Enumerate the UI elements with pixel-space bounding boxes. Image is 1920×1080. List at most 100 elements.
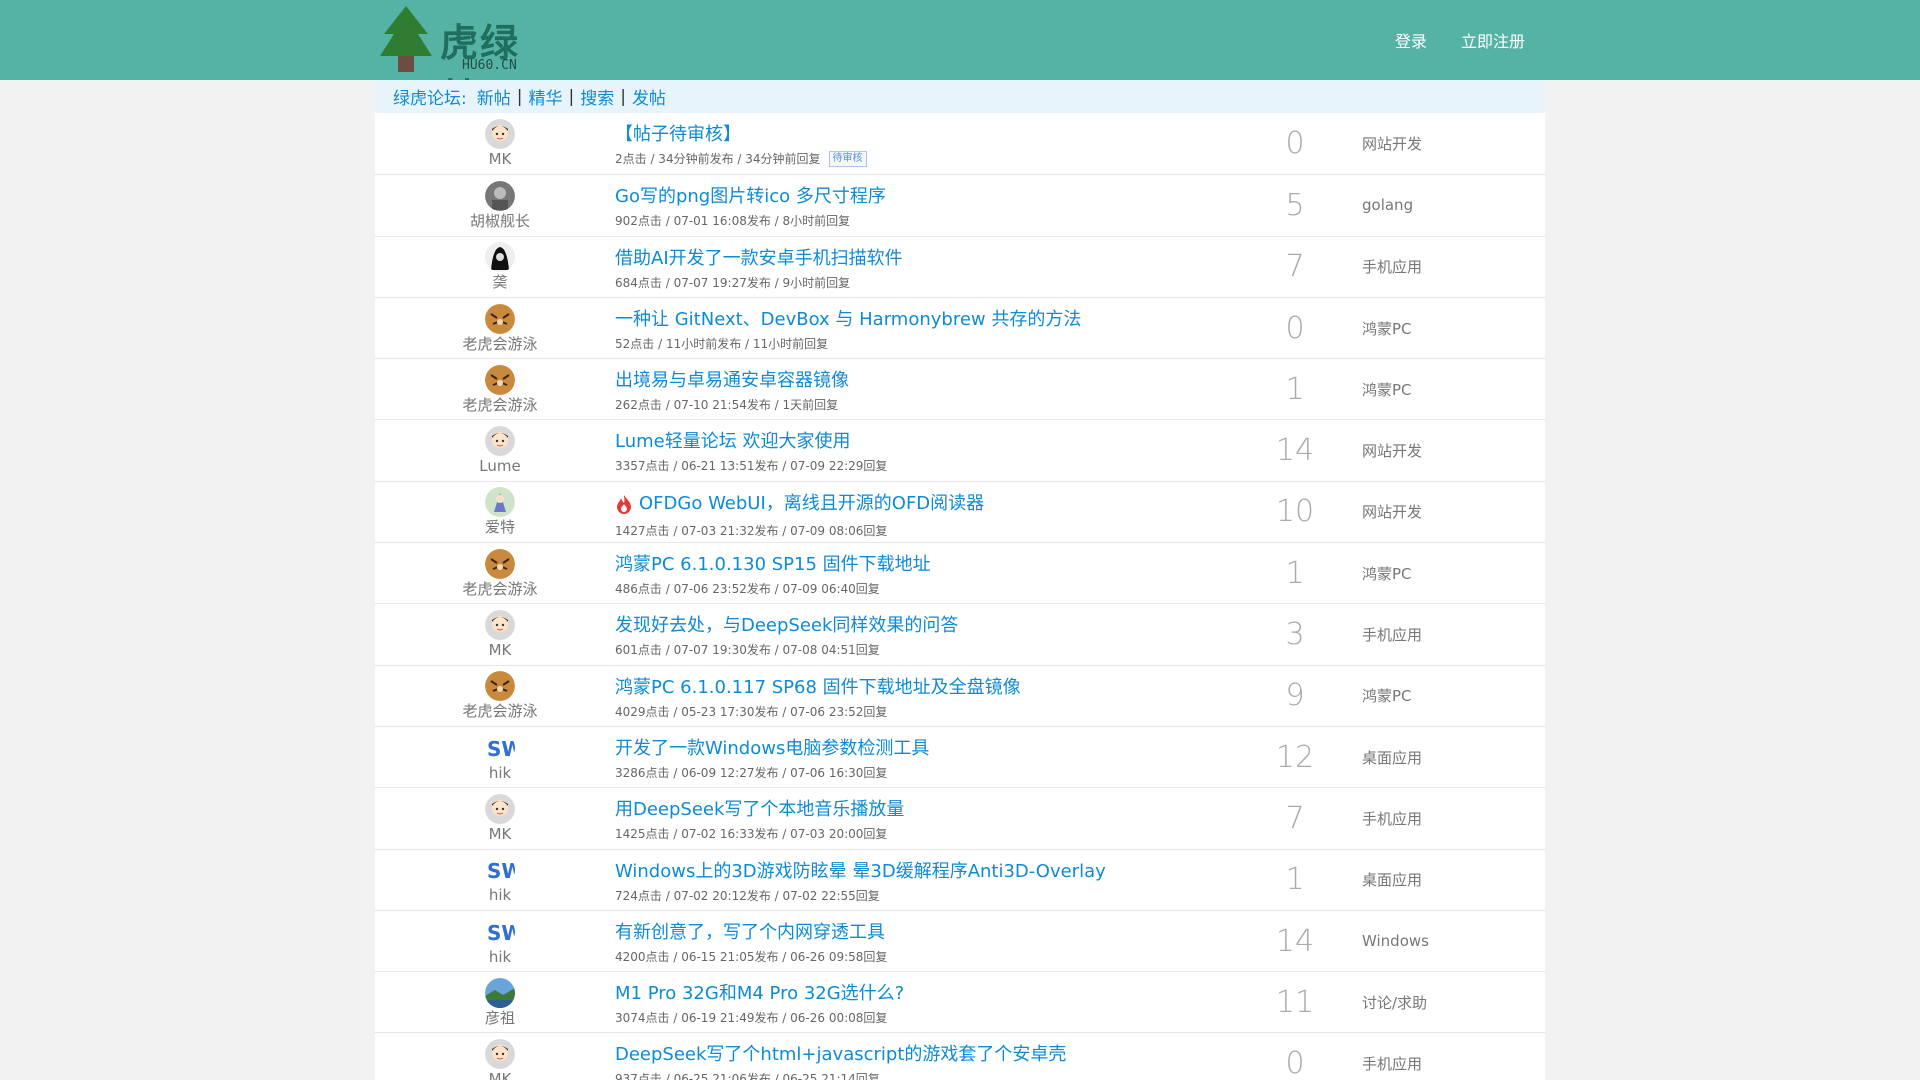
category-link[interactable]: 网站开发 <box>1362 113 1422 174</box>
category-link[interactable]: 手机应用 <box>1362 1033 1422 1080</box>
author-name[interactable]: 彦祖 <box>485 1009 515 1027</box>
author-name[interactable]: hik <box>489 764 511 782</box>
thread-stats: 4029点击 / 05-23 17:30发布 / 07-06 23:52回复 <box>615 704 888 719</box>
thread-author[interactable]: SW hik <box>375 727 625 787</box>
site-logo[interactable]: 虎绿林 HU60.CN <box>378 4 558 120</box>
thread-title-link[interactable]: Lume轻量论坛 欢迎大家使用 <box>615 431 850 453</box>
new-thread-link[interactable]: 发帖 <box>632 84 666 109</box>
search-link[interactable]: 搜索 <box>580 84 614 109</box>
thread-author[interactable]: MK <box>375 604 625 664</box>
category-link[interactable]: 网站开发 <box>1362 482 1422 542</box>
thread-title-link[interactable]: 鸿蒙PC 6.1.0.130 SP15 固件下载地址 <box>615 554 931 576</box>
thread-stats: 684点击 / 07-07 19:27发布 / 9小时前回复 <box>615 275 851 290</box>
category-link[interactable]: golang <box>1362 175 1413 235</box>
thread-title-link[interactable]: 用DeepSeek写了个本地音乐播放量 <box>615 799 904 821</box>
avatar[interactable]: SW <box>485 917 515 947</box>
thread-title-link[interactable]: 发现好去处，与DeepSeek同样效果的问答 <box>615 615 958 637</box>
author-name[interactable]: 䶮 <box>492 274 507 291</box>
author-name[interactable]: MK <box>489 151 512 168</box>
avatar[interactable] <box>485 548 515 579</box>
thread-title-link[interactable]: 开发了一款Windows电脑参数检测工具 <box>615 738 929 760</box>
forum-home-link[interactable]: 绿虎论坛: <box>393 84 467 109</box>
thread-author[interactable]: 䶮 <box>375 237 625 297</box>
category-link[interactable]: 网站开发 <box>1362 420 1422 480</box>
author-name[interactable]: hik <box>489 948 511 966</box>
thread-title-link[interactable]: OFDGo WebUI，离线且开源的OFD阅读器 <box>615 493 984 515</box>
thread-author[interactable]: 爱特 <box>375 482 625 542</box>
thread-author[interactable]: MK <box>375 113 625 174</box>
author-name[interactable]: 老虎会游泳 <box>462 703 537 720</box>
author-name[interactable]: MK <box>489 1071 512 1080</box>
thread-author[interactable]: SW hik <box>375 850 625 910</box>
thread-author[interactable]: 老虎会游泳 <box>375 543 625 603</box>
avatar[interactable] <box>485 671 515 702</box>
thread-title: Windows上的3D游戏防眩晕 晕3D缓解程序Anti3D-Overlay <box>615 860 1106 882</box>
avatar[interactable] <box>485 364 515 395</box>
register-link[interactable]: 立即注册 <box>1461 28 1525 52</box>
thread-title-link[interactable]: DeepSeek写了个html+javascript的游戏套了个安卓壳 <box>615 1044 1066 1066</box>
category-link[interactable]: 手机应用 <box>1362 604 1422 664</box>
category-link[interactable]: 鸿蒙PC <box>1362 543 1412 603</box>
thread-title: 借助AI开发了一款安卓手机扫描软件 <box>615 247 903 269</box>
login-link[interactable]: 登录 <box>1395 28 1427 52</box>
thread-title-link[interactable]: 一种让 GitNext、DevBox 与 Harmonybrew 共存的方法 <box>615 309 1081 331</box>
avatar[interactable] <box>485 180 515 211</box>
category-link[interactable]: 鸿蒙PC <box>1362 359 1412 419</box>
author-name[interactable]: 老虎会游泳 <box>462 335 537 353</box>
category-link[interactable]: 鸿蒙PC <box>1362 666 1412 726</box>
avatar[interactable] <box>485 303 515 334</box>
thread-author[interactable]: 胡椒舰长 <box>375 175 625 235</box>
author-name[interactable]: hik <box>489 887 511 904</box>
thread-author[interactable]: 老虎会游泳 <box>375 359 625 419</box>
category-link[interactable]: 桌面应用 <box>1362 850 1422 910</box>
author-name[interactable]: Lume <box>479 458 520 475</box>
thread-title: 有新创意了，写了个内网穿透工具 <box>615 921 885 943</box>
thread-author[interactable]: 老虎会游泳 <box>375 666 625 726</box>
avatar[interactable] <box>485 793 515 824</box>
avatar[interactable] <box>485 610 515 641</box>
thread-author[interactable]: 彦祖 <box>375 972 625 1032</box>
new-posts-link[interactable]: 新帖 <box>477 84 511 109</box>
avatar[interactable] <box>485 977 515 1008</box>
avatar[interactable] <box>485 1039 515 1070</box>
thread-title-block: 一种让 GitNext、DevBox 与 Harmonybrew 共存的方法 52… <box>615 309 1175 352</box>
category-link[interactable]: 桌面应用 <box>1362 727 1422 787</box>
thread-author[interactable]: Lume <box>375 420 625 480</box>
author-name[interactable]: MK <box>489 642 512 659</box>
avatar[interactable] <box>485 487 515 518</box>
featured-link[interactable]: 精华 <box>528 84 562 109</box>
avatar[interactable]: SW <box>485 855 515 885</box>
category-link[interactable]: Windows <box>1362 911 1429 971</box>
avatar[interactable] <box>485 242 515 273</box>
thread-title-link[interactable]: 借助AI开发了一款安卓手机扫描软件 <box>615 248 903 270</box>
thread-title-link[interactable]: 有新创意了，写了个内网穿透工具 <box>615 922 885 944</box>
thread-title-block: 鸿蒙PC 6.1.0.130 SP15 固件下载地址 486点击 / 07-06 … <box>615 554 1175 597</box>
thread-title-link[interactable]: 鸿蒙PC 6.1.0.117 SP68 固件下载地址及全盘镜像 <box>615 677 1021 699</box>
thread-title-block: Windows上的3D游戏防眩晕 晕3D缓解程序Anti3D-Overlay 72… <box>615 861 1175 904</box>
avatar[interactable] <box>485 119 515 150</box>
thread-title-link[interactable]: 【帖子待审核】 <box>615 124 741 146</box>
avatar[interactable]: SW <box>485 733 515 763</box>
thread-author[interactable]: MK <box>375 788 625 848</box>
thread-title-link[interactable]: Windows上的3D游戏防眩晕 晕3D缓解程序Anti3D-Overlay <box>615 861 1106 883</box>
category-link[interactable]: 鸿蒙PC <box>1362 298 1412 358</box>
author-name[interactable]: 老虎会游泳 <box>462 580 537 598</box>
thread-title-link[interactable]: 出境易与卓易通安卓容器镜像 <box>615 370 849 392</box>
thread-meta: 3357点击 / 06-21 13:51发布 / 07-09 22:29回复 <box>615 457 1175 474</box>
author-name[interactable]: 爱特 <box>485 519 515 536</box>
thread-author[interactable]: SW hik <box>375 911 625 971</box>
thread-row: MK 【帖子待审核】 2点击 / 34分钟前发布 / 34分钟前回复 待审核 0 网站开发 <box>375 113 1545 174</box>
thread-title-link[interactable]: Go写的png图片转ico 多尺寸程序 <box>615 186 886 208</box>
thread-row: 爱特 OFDGo WebUI，离线且开源的OFD阅读器 1427点击 / 07-03… <box>375 480 1545 542</box>
author-name[interactable]: 老虎会游泳 <box>462 396 537 414</box>
thread-author[interactable]: 老虎会游泳 <box>375 298 625 358</box>
category-link[interactable]: 手机应用 <box>1362 788 1422 848</box>
author-name[interactable]: MK <box>489 825 512 843</box>
category-link[interactable]: 讨论/求助 <box>1362 972 1427 1032</box>
thread-row: MK DeepSeek写了个html+javascript的游戏套了个安卓壳 937… <box>375 1032 1545 1080</box>
thread-author[interactable]: MK <box>375 1033 625 1080</box>
avatar[interactable] <box>485 426 515 457</box>
author-name[interactable]: 胡椒舰长 <box>470 212 530 230</box>
category-link[interactable]: 手机应用 <box>1362 237 1422 297</box>
thread-title-link[interactable]: M1 Pro 32G和M4 Pro 32G选什么? <box>615 983 904 1005</box>
